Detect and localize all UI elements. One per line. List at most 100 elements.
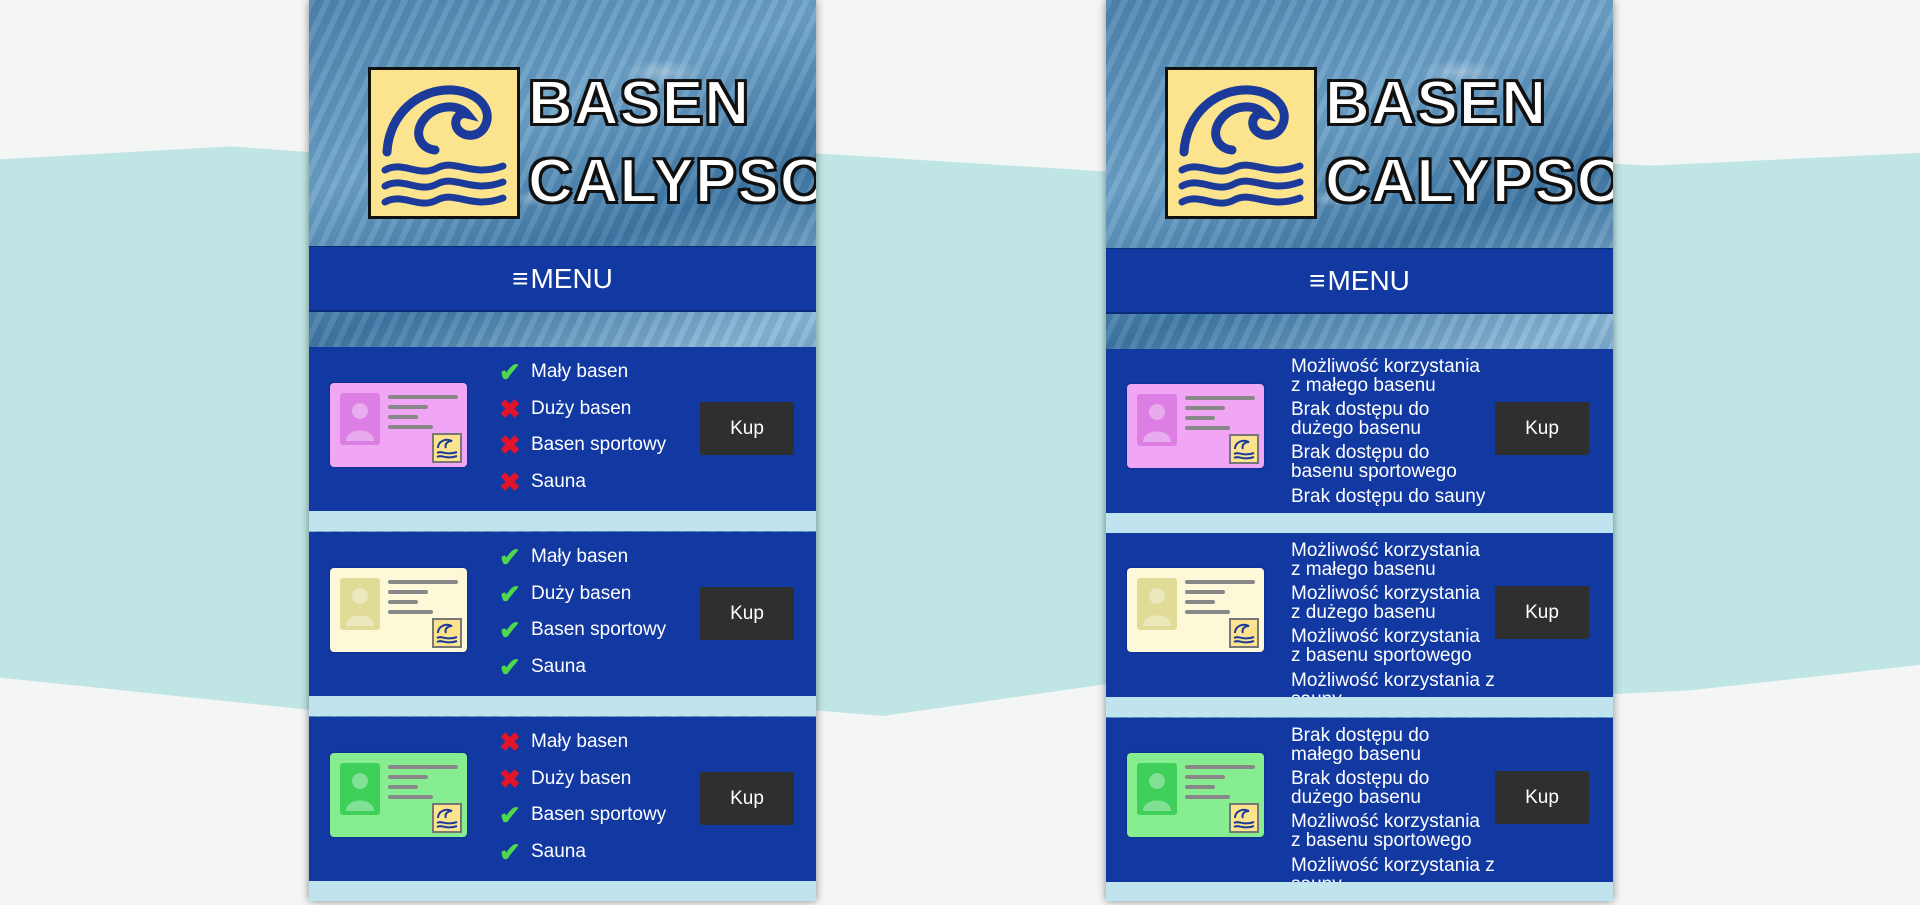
hamburger-icon: ≡ xyxy=(512,262,529,294)
pass-card-cream xyxy=(330,568,467,652)
pass-text-line xyxy=(1185,590,1225,594)
pass-text-line xyxy=(388,610,433,614)
cross-icon: ✖ xyxy=(499,727,521,757)
feature-label: Sauna xyxy=(531,655,586,677)
buy-button[interactable]: Kup xyxy=(1495,402,1589,455)
site-logo[interactable]: BASEN CALYPSO xyxy=(368,64,816,222)
person-icon xyxy=(340,393,380,445)
feature-item: ✖ Mały basen xyxy=(499,727,628,757)
feature-item: ✔ Mały basen xyxy=(499,357,628,387)
feature-label: Sauna xyxy=(531,840,586,862)
pass-card-pink xyxy=(1127,384,1264,468)
pass-text-line xyxy=(388,580,458,584)
feature-label: Basen sportowy xyxy=(531,804,667,825)
feature-label: Mały basen xyxy=(531,731,629,752)
pool-stamp-icon xyxy=(432,803,462,833)
pass-text-line xyxy=(388,775,428,779)
pass-card-cream xyxy=(1127,568,1264,652)
feature-item: ✖ Sauna xyxy=(499,467,586,497)
cross-icon: ✖ xyxy=(499,466,521,497)
site-logo[interactable]: BASEN CALYPSO xyxy=(1165,64,1613,222)
buy-button[interactable]: Kup xyxy=(700,587,794,640)
person-icon xyxy=(340,763,380,815)
check-icon: ✔ xyxy=(499,578,521,609)
pass-text-line xyxy=(388,795,433,799)
feature-label: Duży basen xyxy=(531,767,632,789)
person-icon xyxy=(1137,578,1177,630)
buy-button[interactable]: Kup xyxy=(1495,586,1589,639)
feature-description: Brak dostępu do sauny xyxy=(1291,486,1486,507)
feature-label: Mały basen xyxy=(531,546,629,567)
buy-button[interactable]: Kup xyxy=(700,772,794,825)
buy-button[interactable]: Kup xyxy=(700,402,794,455)
feature-description: Brak dostępu do małego basenu xyxy=(1291,725,1430,765)
background-brush-band xyxy=(0,146,1920,716)
feature-item: ✔ Basen sportowy xyxy=(499,800,666,830)
left-phone-preview: BASEN CALYPSO ≡ MENU ✔ Mały basen ✖ Duży ba… xyxy=(309,0,816,901)
feature-label: Duży basen xyxy=(531,582,632,604)
pass-card-pink xyxy=(330,383,467,467)
logo-line-1: BASEN xyxy=(1324,68,1548,139)
menu-label: MENU xyxy=(1327,264,1410,296)
cross-icon: ✖ xyxy=(499,430,521,460)
wave-logo-icon xyxy=(1165,67,1317,219)
pass-text-line xyxy=(1185,580,1255,584)
pass-text-line xyxy=(388,415,418,419)
pass-text-line xyxy=(1185,765,1255,769)
feature-description: Możliwość korzystania z małego basenu xyxy=(1291,540,1480,580)
pass-text-line xyxy=(1185,610,1230,614)
pass-card-green xyxy=(330,753,467,837)
pass-option-card: ✖ Mały basen ✖ Duży basen ✔ Basen sportowy ✔ Sa… xyxy=(309,717,816,881)
buy-button[interactable]: Kup xyxy=(1495,771,1589,824)
check-icon: ✔ xyxy=(499,651,521,682)
check-icon: ✔ xyxy=(499,542,521,572)
pass-option-card: Brak dostępu do małego basenu Brak dostęp… xyxy=(1106,718,1613,894)
hamburger-icon: ≡ xyxy=(1309,264,1326,296)
menu-button[interactable]: ≡ MENU xyxy=(1106,248,1613,314)
feature-label: Basen sportowy xyxy=(531,619,667,640)
pass-text-line xyxy=(388,405,428,409)
feature-label: Basen sportowy xyxy=(531,434,667,455)
logo-line-1: BASEN xyxy=(527,68,751,139)
logo-text: BASEN CALYPSO xyxy=(1324,65,1613,221)
menu-button[interactable]: ≡ MENU xyxy=(309,246,816,312)
feature-item: ✖ Duży basen xyxy=(499,394,631,424)
pass-option-card: ✔ Mały basen ✖ Duży basen ✖ Basen sportowy ✖ Sa… xyxy=(309,347,816,511)
pass-text-line xyxy=(388,765,458,769)
feature-label: Mały basen xyxy=(531,361,629,382)
feature-item: ✔ Duży basen xyxy=(499,579,631,609)
pass-text-line xyxy=(1185,785,1215,789)
check-icon: ✔ xyxy=(499,836,521,867)
feature-item: ✔ Sauna xyxy=(499,837,586,867)
pass-text-line xyxy=(1185,795,1230,799)
pass-text-line xyxy=(1185,426,1230,430)
logo-line-2: CALYPSO xyxy=(1324,146,1613,217)
pool-stamp-icon xyxy=(432,433,462,463)
pool-stamp-icon xyxy=(1229,618,1259,648)
card-separator xyxy=(309,881,816,901)
pass-card-green xyxy=(1127,753,1264,837)
cross-icon: ✖ xyxy=(499,393,521,424)
pass-text-line xyxy=(388,785,418,789)
menu-label: MENU xyxy=(530,262,613,294)
pass-text-line xyxy=(1185,775,1225,779)
card-separator xyxy=(309,696,816,716)
right-phone-preview: BASEN CALYPSO ≡ MENU Możliwość korzystan… xyxy=(1106,0,1613,901)
feature-label: Sauna xyxy=(531,470,586,492)
pass-option-card: ✔ Mały basen ✔ Duży basen ✔ Basen sportowy ✔ Sa… xyxy=(309,532,816,696)
card-separator xyxy=(1106,882,1613,901)
person-icon xyxy=(1137,763,1177,815)
feature-label: Duży basen xyxy=(531,397,632,419)
logo-text: BASEN CALYPSO xyxy=(527,65,816,221)
feature-item: ✖ Duży basen xyxy=(499,764,631,794)
feature-item: ✔ Basen sportowy xyxy=(499,615,666,645)
pass-text-line xyxy=(1185,396,1255,400)
pass-text-line xyxy=(1185,406,1225,410)
card-separator xyxy=(309,511,816,531)
feature-description: Możliwość korzystania z małego basenu xyxy=(1291,356,1480,396)
person-icon xyxy=(340,578,380,630)
pass-option-card: Możliwość korzystania z małego basenu Moż… xyxy=(1106,533,1613,709)
check-icon: ✔ xyxy=(499,357,521,387)
pass-text-line xyxy=(388,395,458,399)
check-icon: ✔ xyxy=(499,800,521,830)
